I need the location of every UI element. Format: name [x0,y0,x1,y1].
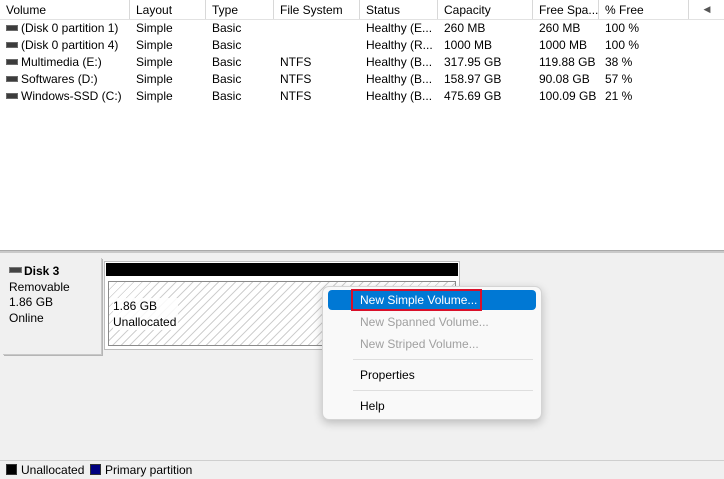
column-header-status[interactable]: Status [360,0,438,19]
volume-capacity: 475.69 GB [444,89,502,103]
primary-partition-swatch [90,464,101,475]
menu-item-help[interactable]: Help [328,396,536,416]
volume-layout: Simple [136,72,173,86]
volume-name: (Disk 0 partition 1) [21,21,119,35]
disk-title: Disk 3 [24,264,60,278]
volume-capacity: 158.97 GB [444,72,502,86]
table-row[interactable]: Multimedia (E:) Simple Basic NTFS Health… [0,54,724,71]
volume-layout: Simple [136,89,173,103]
volume-name: (Disk 0 partition 4) [21,38,119,52]
annotation-highlight-box [351,289,482,311]
partition-text: 1.86 GB Unallocated [113,298,179,330]
volume-name: Windows-SSD (C:) [21,89,122,103]
volume-file-system: NTFS [280,72,312,86]
volume-name: Multimedia (E:) [21,55,102,69]
column-header-capacity[interactable]: Capacity [438,0,533,19]
legend-primary-partition: Primary partition [105,463,193,477]
volume-type: Basic [212,72,242,86]
disk-kind: Removable [9,279,70,294]
volume-list-header: Volume Layout Type File System Status Ca… [0,0,724,20]
volume-percent-free: 38 % [605,55,633,69]
volume-free-space: 90.08 GB [539,72,590,86]
volume-status: Healthy (B... [366,72,433,86]
volume-capacity: 260 MB [444,21,486,35]
volume-percent-free: 57 % [605,72,633,86]
menu-item-new-spanned-volume[interactable]: New Spanned Volume... [328,312,536,332]
volume-free-space: 1000 MB [539,38,588,52]
volume-file-system [274,37,360,54]
volume-icon [6,75,18,82]
volume-name: Softwares (D:) [21,72,98,86]
table-row[interactable]: (Disk 0 partition 4) Simple Basic Health… [0,37,724,54]
legend-bar: Unallocated Primary partition [0,460,724,479]
unallocated-swatch [6,464,17,475]
volume-free-space: 100.09 GB [539,89,597,103]
disk-label-panel[interactable]: Disk 3 Removable 1.86 GB Online [3,258,102,355]
volume-type: Basic [212,38,242,52]
partition-label: Unallocated [113,315,177,329]
legend-unallocated: Unallocated [21,463,85,477]
volume-percent-free: 100 % [605,21,640,35]
menu-item-new-striped-volume[interactable]: New Striped Volume... [328,334,536,354]
volume-layout: Simple [136,38,173,52]
menu-item-properties[interactable]: Properties [328,365,536,385]
scroll-left-icon[interactable]: ◀ [700,0,714,19]
disk-state: Online [9,310,44,325]
table-row[interactable]: Softwares (D:) Simple Basic NTFS Healthy… [0,71,724,88]
table-row[interactable]: (Disk 0 partition 1) Simple Basic Health… [0,20,724,37]
volume-icon [6,41,18,48]
table-row[interactable]: Windows-SSD (C:) Simple Basic NTFS Healt… [0,88,724,105]
volume-file-system [274,20,360,37]
disk-icon [9,267,22,274]
column-header-volume[interactable]: Volume [0,0,130,19]
menu-separator [353,390,533,391]
volume-list[interactable]: Volume Layout Type File System Status Ca… [0,0,724,250]
volume-capacity: 317.95 GB [444,55,502,69]
volume-free-space: 260 MB [539,21,581,35]
volume-status: Healthy (R... [366,38,433,52]
volume-layout: Simple [136,55,173,69]
volume-status: Healthy (B... [366,89,433,103]
disk-size: 1.86 GB [9,295,54,309]
volume-type: Basic [212,55,242,69]
volume-capacity: 1000 MB [444,38,493,52]
column-header-layout[interactable]: Layout [130,0,206,19]
volume-layout: Simple [136,21,173,35]
volume-status: Healthy (E... [366,21,433,35]
volume-percent-free: 21 % [605,89,633,103]
column-header-type[interactable]: Type [206,0,274,19]
volume-type: Basic [212,89,242,103]
volume-icon [6,92,18,99]
volume-percent-free: 100 % [605,38,640,52]
volume-free-space: 119.88 GB [539,55,596,69]
volume-file-system: NTFS [280,89,312,103]
volume-type: Basic [212,21,242,35]
column-header-percent-free[interactable]: % Free [599,0,689,19]
volume-icon [6,24,18,31]
column-header-file-system[interactable]: File System [274,0,360,19]
volume-icon [6,58,18,65]
column-header-free-space[interactable]: Free Spa... [533,0,599,19]
menu-separator [353,359,533,360]
volume-status: Healthy (B... [366,55,433,69]
volume-file-system: NTFS [280,55,312,69]
partition-type-bar [106,263,458,276]
partition-size: 1.86 GB [113,299,158,313]
